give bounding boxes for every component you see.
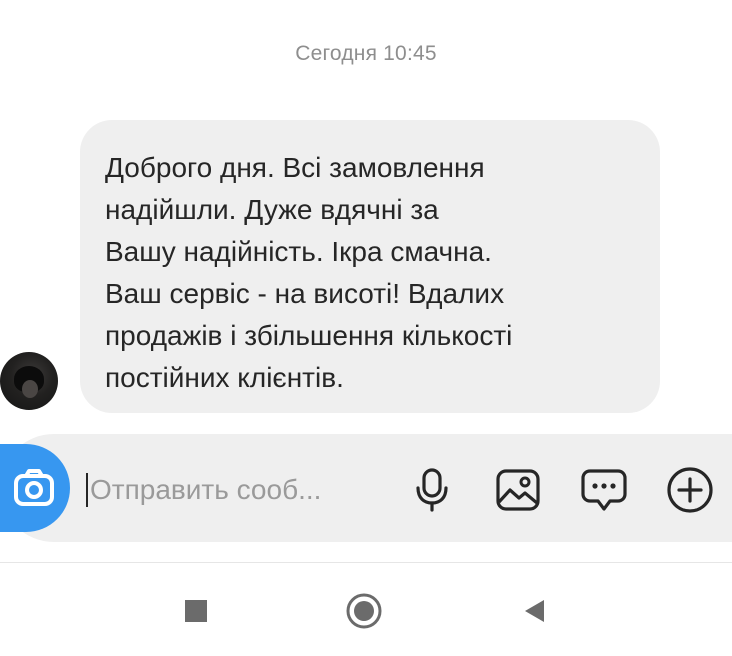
microphone-icon	[416, 468, 448, 512]
sticker-button[interactable]	[580, 466, 628, 514]
avatar-face	[22, 380, 38, 398]
message-bubble[interactable]: Доброго дня. Всі замовлення надійшли. Ду…	[80, 120, 660, 413]
recent-apps-button[interactable]	[176, 591, 216, 631]
back-icon	[525, 600, 544, 622]
microphone-button[interactable]	[408, 466, 456, 514]
home-icon	[346, 593, 382, 629]
more-button[interactable]	[666, 466, 714, 514]
home-button[interactable]	[344, 591, 384, 631]
message-timestamp: Сегодня 10:45	[295, 42, 437, 65]
text-caret	[86, 473, 88, 507]
recent-apps-icon	[185, 600, 207, 622]
chat-bubble-icon	[581, 469, 627, 511]
chat-screen: Сегодня 10:45 Доброго дня. Всі замовленн…	[0, 0, 732, 656]
camera-icon	[14, 469, 54, 506]
message-input[interactable]: Отправить сооб...	[86, 468, 386, 512]
system-navigation-bar	[0, 562, 732, 656]
image-icon	[496, 469, 540, 511]
plus-circle-icon	[667, 467, 713, 513]
gallery-button[interactable]	[494, 466, 542, 514]
message-input-placeholder: Отправить сооб...	[90, 474, 322, 505]
sender-avatar[interactable]	[0, 352, 58, 410]
back-button[interactable]	[514, 591, 554, 631]
message-text: Доброго дня. Всі замовлення надійшли. Ду…	[105, 152, 513, 393]
